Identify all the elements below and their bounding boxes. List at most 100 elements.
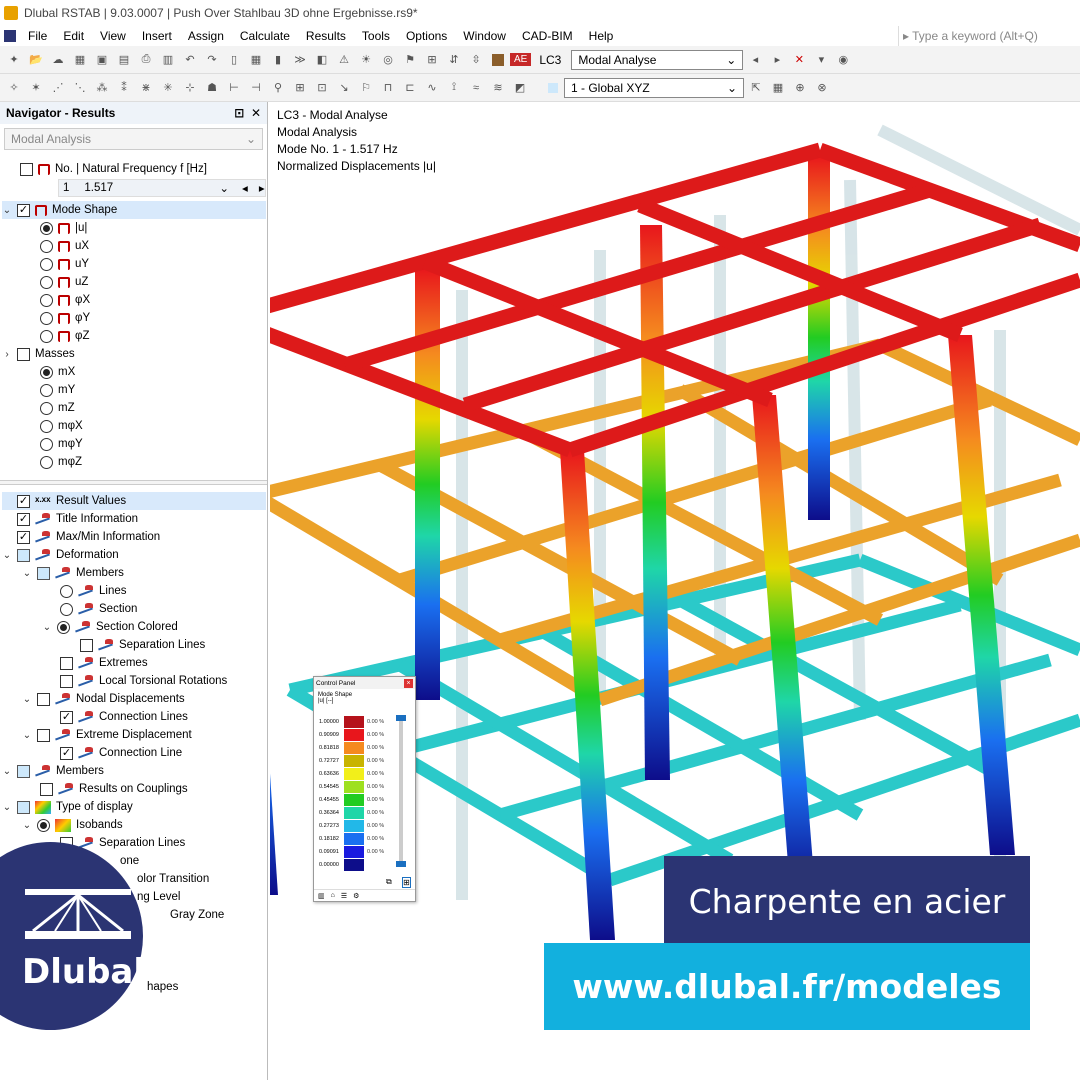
tree-lines[interactable]: Lines <box>60 582 127 600</box>
control-panel[interactable]: Control Panel × Mode Shape |u| [--] 1.00… <box>313 676 416 902</box>
tree-maxmin-info[interactable]: Max/Min Information <box>2 528 160 546</box>
undo-icon[interactable]: ↶ <box>180 50 200 70</box>
extremes-checkbox[interactable] <box>60 656 73 670</box>
display-icon-5[interactable]: ⁂ <box>92 78 112 98</box>
tree-zone-partial[interactable]: one <box>120 852 139 870</box>
expand-chevron-icon[interactable]: ⌄ <box>2 802 12 813</box>
radio-uz[interactable] <box>40 275 53 289</box>
cloud-icon[interactable]: ☁ <box>48 50 68 70</box>
menu-edit[interactable]: Edit <box>55 26 92 46</box>
radio-mz[interactable] <box>40 401 53 415</box>
node-icon[interactable]: ⊡ <box>312 78 332 98</box>
pin-panel-icon[interactable]: ⊡ <box>234 106 244 120</box>
view-icon[interactable]: ▯ <box>224 50 244 70</box>
coord-icon[interactable]: ⇱ <box>746 78 766 98</box>
menu-results[interactable]: Results <box>298 26 354 46</box>
prev-arrow-icon[interactable]: ◂ <box>745 50 765 70</box>
mode-select[interactable]: 1 1.517 ⌄ ◂ ▸ <box>58 179 266 197</box>
model-icon[interactable]: ▦ <box>70 50 90 70</box>
display-icon-3[interactable]: ⋰ <box>48 78 68 98</box>
members-checkbox[interactable] <box>37 566 50 580</box>
radio-my[interactable] <box>40 383 53 397</box>
freq-table-row[interactable]: No. | Natural Frequency f [Hz] <box>20 160 207 178</box>
iso-view-icon[interactable]: ⊕ <box>790 78 810 98</box>
load3-icon[interactable]: ⚑ <box>400 50 420 70</box>
export-icon[interactable]: ⧉ <box>386 877 392 887</box>
mode-item-phiy[interactable]: φY <box>40 309 90 327</box>
radio-mphiy[interactable] <box>40 437 53 451</box>
tree-title-info[interactable]: Title Information <box>2 510 138 528</box>
connection-lines-checkbox[interactable] <box>60 710 73 724</box>
panel-icon[interactable]: ▮ <box>268 50 288 70</box>
tree-masses[interactable]: › Masses <box>2 345 75 363</box>
settings-icon[interactable]: ⊞ <box>402 877 411 888</box>
fe-icon[interactable]: ⊞ <box>422 50 442 70</box>
radio-mphiz[interactable] <box>40 455 53 469</box>
tree-mode-shape[interactable]: ⌄ Mode Shape <box>2 201 266 219</box>
results-on-couplings-checkbox[interactable] <box>40 782 53 796</box>
radio-uy[interactable] <box>40 257 53 271</box>
grid-icon[interactable]: ⊞ <box>290 78 310 98</box>
report-icon[interactable]: ▥ <box>158 50 178 70</box>
scale-icon[interactable]: ⟟ <box>444 78 464 98</box>
analysis-select[interactable]: Modal Analysis ⌄ <box>4 128 263 150</box>
local-torsional-checkbox[interactable] <box>60 674 73 688</box>
color-scale-tab-icon[interactable]: ▥ <box>318 892 325 900</box>
nodal-displacements-checkbox[interactable] <box>37 692 50 706</box>
connection-line-checkbox[interactable] <box>60 746 73 760</box>
tree-gray-zone-partial[interactable]: Gray Zone <box>170 906 224 924</box>
radio-phiy[interactable] <box>40 311 53 325</box>
frame-view-icon[interactable]: ⊓ <box>378 78 398 98</box>
members2-checkbox[interactable] <box>17 764 30 778</box>
lines2-icon[interactable]: ≋ <box>488 78 508 98</box>
display-icon-9[interactable]: ⊹ <box>180 78 200 98</box>
save-icon[interactable]: ▤ <box>114 50 134 70</box>
section-colored-radio[interactable] <box>57 620 70 634</box>
tree-connection-lines[interactable]: Connection Lines <box>60 708 188 726</box>
control-panel-titlebar[interactable]: Control Panel × <box>314 677 415 689</box>
open-folder-icon[interactable]: 📂 <box>26 50 46 70</box>
section-radio[interactable] <box>60 602 73 616</box>
tree-nodal-displacements[interactable]: ⌄ Nodal Displacements <box>22 690 185 708</box>
expand-chevron-icon[interactable]: ⌄ <box>22 568 32 579</box>
mode-item-ux[interactable]: uX <box>40 237 89 255</box>
tree-members[interactable]: ⌄ Members <box>22 564 124 582</box>
tree-extremes[interactable]: Extremes <box>60 654 148 672</box>
search-input[interactable]: ▸ Type a keyword (Alt+Q) <box>898 26 1080 46</box>
tree-deformation[interactable]: ⌄ Deformation <box>2 546 119 564</box>
color-scale-icon[interactable]: ◩ <box>510 78 530 98</box>
lines-radio[interactable] <box>60 584 73 598</box>
tree-section-colored[interactable]: ⌄ Section Colored <box>42 618 178 636</box>
mass-item-mphiy[interactable]: mφY <box>40 435 83 453</box>
probe-icon[interactable]: ◉ <box>833 50 853 70</box>
tree-color-transition-partial[interactable]: olor Transition <box>137 870 209 888</box>
results-icon[interactable]: ⇳ <box>466 50 486 70</box>
filter-tab-icon[interactable]: ⚙ <box>353 892 359 900</box>
radio-mphix[interactable] <box>40 419 53 433</box>
mode-item-phix[interactable]: φX <box>40 291 90 309</box>
tree-local-torsional[interactable]: Local Torsional Rotations <box>60 672 227 690</box>
deformation-checkbox[interactable] <box>17 548 30 562</box>
mode-item-u[interactable]: |u| <box>40 219 87 237</box>
arrow-icon[interactable]: ↘ <box>334 78 354 98</box>
menu-options[interactable]: Options <box>398 26 455 46</box>
library-icon[interactable]: ▣ <box>92 50 112 70</box>
redo-icon[interactable]: ↷ <box>202 50 222 70</box>
load-case-select[interactable]: Modal Analyse ⌄ <box>571 49 744 70</box>
tree-section[interactable]: Section <box>60 600 137 618</box>
iso-view2-icon[interactable]: ⊗ <box>812 78 832 98</box>
slider-bottom-handle[interactable] <box>396 861 406 867</box>
menu-tools[interactable]: Tools <box>354 26 398 46</box>
expand-chevron-icon[interactable]: ⌄ <box>2 766 12 777</box>
close-icon[interactable]: ✕ <box>251 106 261 120</box>
list-tab-icon[interactable]: ☰ <box>341 892 347 900</box>
slider-top-handle[interactable] <box>396 715 406 721</box>
pin-icon[interactable]: ⚲ <box>268 78 288 98</box>
tree-separation-lines[interactable]: Separation Lines <box>80 636 205 654</box>
mode-item-uy[interactable]: uY <box>40 255 89 273</box>
menu-window[interactable]: Window <box>455 26 514 46</box>
close-icon[interactable]: × <box>404 678 413 688</box>
mode-item-uz[interactable]: uZ <box>40 273 88 291</box>
new-file-icon[interactable]: ✦ <box>4 50 24 70</box>
masses-checkbox[interactable] <box>17 347 30 361</box>
